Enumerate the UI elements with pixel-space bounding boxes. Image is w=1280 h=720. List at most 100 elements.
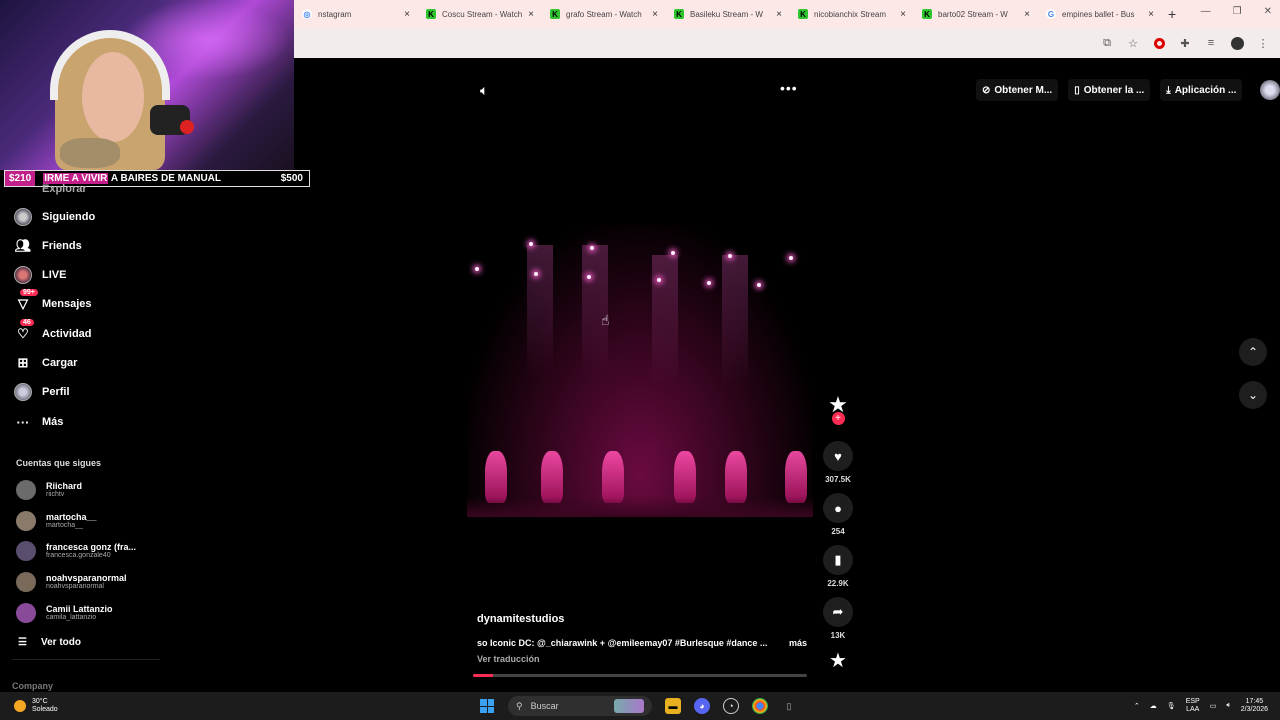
followed-account[interactable]: noahvsparanormal noahvsparanormal (16, 569, 127, 595)
browser-tab[interactable]: Knicobianchix Stream × (790, 0, 914, 28)
tab-title: Basileku Stream - W (690, 9, 763, 19)
weather-widget[interactable]: 30°C Soleado (0, 698, 480, 713)
restore-icon[interactable]: ❐ (1233, 6, 1242, 17)
comment-icon[interactable]: ● (823, 493, 853, 523)
phone-icon: ▯ (1074, 84, 1080, 96)
sidebar-item-label: Mensajes (42, 298, 92, 310)
close-tab-icon[interactable]: × (900, 9, 906, 20)
avatar (16, 572, 36, 592)
chrome-icon[interactable] (752, 698, 768, 714)
video-author[interactable]: dynamitestudios (477, 613, 564, 625)
activity-badge: 46 (20, 319, 34, 326)
like-count: 307.5K (825, 475, 851, 484)
close-tab-icon[interactable]: × (404, 9, 410, 20)
user-avatar[interactable] (1260, 80, 1280, 100)
browser-tab[interactable]: K Basileku Stream - W × (666, 0, 790, 28)
close-tab-icon[interactable]: × (1148, 9, 1154, 20)
tiktok-sidebar: Explorar Siguiendo 👥︎ Friends LIVE ▽ 99+ … (0, 183, 160, 692)
next-video-button[interactable]: ⌄ (1239, 381, 1267, 409)
close-tab-icon[interactable]: × (1024, 9, 1030, 20)
discord-icon[interactable]: ◕ (694, 698, 710, 714)
close-tab-icon[interactable]: × (776, 9, 782, 20)
caption-more-button[interactable]: más (789, 638, 807, 648)
followed-account[interactable]: francesca gonz (fra... francesca.gonzale4… (16, 538, 136, 564)
close-tab-icon[interactable]: × (652, 9, 658, 20)
browser-tab[interactable]: K Coscu Stream - Watch × (418, 0, 542, 28)
see-all-button[interactable]: ☰ Ver todo (18, 637, 81, 648)
list-icon: ☰ (18, 637, 27, 648)
browser-tab[interactable]: Kbarto02 Stream - W × (914, 0, 1038, 28)
speaker-icon[interactable]: 🔉︎ (1226, 702, 1230, 710)
display-icon[interactable]: ▭ (1210, 702, 1217, 710)
chevron-down-icon: ⌄ (1247, 388, 1259, 402)
translate-button[interactable]: Ver traducción (477, 654, 540, 664)
minimize-icon[interactable]: — (1201, 6, 1211, 17)
bookmark-star-icon[interactable]: ☆ (1126, 36, 1140, 50)
language-indicator[interactable]: ESP LAA (1186, 698, 1200, 713)
obs-icon[interactable]: ◔ (723, 698, 739, 714)
account-handle: riichtv (46, 491, 65, 499)
get-app-button[interactable]: ▯ Obtener la ... (1068, 79, 1151, 101)
sidebar-item-activity[interactable]: ♡ 46 Actividad (14, 319, 92, 345)
sidebar-item-following[interactable]: Siguiendo (14, 206, 95, 228)
account-handle: francesca.gonzale40 (46, 552, 111, 560)
save-action[interactable]: ▮ 22.9K (822, 545, 854, 588)
reading-list-icon[interactable]: ≡ (1204, 36, 1218, 50)
windows-start-icon[interactable] (480, 699, 494, 713)
sound-disc[interactable]: ★ (822, 651, 854, 671)
chevron-up-icon[interactable]: ⌃ (1134, 702, 1140, 710)
browser-tab[interactable]: Kgrafo Stream - Watch × (542, 0, 666, 28)
video-player[interactable] (467, 225, 813, 517)
microphone-icon[interactable]: 🎙︎ (1167, 702, 1176, 710)
browser-tab[interactable]: ◎ nstagram × (294, 0, 418, 28)
new-tab-button[interactable]: + (1168, 6, 1176, 22)
share-count: 13K (830, 631, 846, 640)
close-window-icon[interactable]: ✕ (1264, 6, 1272, 17)
sidebar-item-more[interactable]: ··· Más (14, 411, 64, 433)
desktop-app-button[interactable]: ⤓ Aplicación ... (1160, 79, 1243, 101)
volume-icon[interactable]: 🔈︎ (480, 82, 488, 99)
followed-account[interactable]: Camii Lattanzio camila_lattanzio (16, 600, 113, 626)
like-action[interactable]: ♥ 307.5K (822, 441, 854, 484)
tab-title: barto02 Stream - W (938, 9, 1008, 19)
previous-video-button[interactable]: ⌃ (1239, 338, 1267, 366)
upload-icon: ⊞ (17, 355, 29, 370)
app-icon[interactable]: ▯ (781, 698, 797, 714)
heart-icon[interactable]: ♥ (823, 441, 853, 471)
sidebar-item-explore[interactable]: Explorar (42, 183, 87, 195)
creator-follow[interactable]: ★ + (822, 394, 854, 425)
browser-tab-active[interactable]: Gempines ballet - Bus × (1038, 0, 1162, 28)
opera-extension-icon[interactable] (1152, 36, 1166, 50)
weather-condition: Soleado (32, 706, 58, 713)
sidebar-item-friends[interactable]: 👥︎ Friends (14, 235, 82, 257)
share-action[interactable]: ➦ 13K (822, 597, 854, 640)
network-icon[interactable]: ☁ (1150, 702, 1157, 710)
comment-action[interactable]: ● 254 (822, 493, 854, 536)
account-name: Riichard (46, 481, 83, 491)
bookmark-icon[interactable]: ▮ (823, 545, 853, 575)
followed-account[interactable]: martocha__ martocha__ (16, 508, 97, 534)
clock[interactable]: 17:45 2/3/2026 (1241, 698, 1268, 713)
share-icon[interactable]: ➦ (823, 597, 853, 627)
browser-menu-icon[interactable]: ⋮ (1256, 36, 1270, 50)
company-link[interactable]: Company (12, 681, 53, 691)
install-app-icon[interactable]: ⧉ (1100, 36, 1114, 50)
mouse-cursor-icon: ☝︎ (601, 312, 610, 328)
get-coins-button[interactable]: ⊘ Obtener M... (976, 79, 1059, 101)
file-explorer-icon[interactable]: ▬ (665, 698, 681, 714)
donation-goal-target: $500 (280, 173, 303, 184)
video-progress-bar[interactable] (473, 674, 807, 677)
taskbar-search[interactable]: ⚲ Buscar (508, 696, 652, 716)
sidebar-item-messages[interactable]: ▽ 99+ Mensajes (14, 289, 92, 315)
sidebar-item-live[interactable]: LIVE (14, 264, 66, 286)
followed-account[interactable]: Riichard riichtv (16, 477, 82, 503)
extensions-icon[interactable]: ✚ (1178, 36, 1192, 50)
sidebar-item-label: Siguiendo (42, 211, 96, 223)
profile-icon[interactable] (1230, 36, 1244, 50)
follow-plus-icon[interactable]: + (831, 412, 845, 425)
webcam-overlay (0, 0, 294, 170)
close-tab-icon[interactable]: × (528, 9, 534, 20)
sidebar-item-profile[interactable]: Perfil (14, 381, 70, 403)
more-options-icon[interactable]: ••• (780, 80, 798, 96)
sidebar-item-upload[interactable]: ⊞ Cargar (14, 352, 78, 374)
